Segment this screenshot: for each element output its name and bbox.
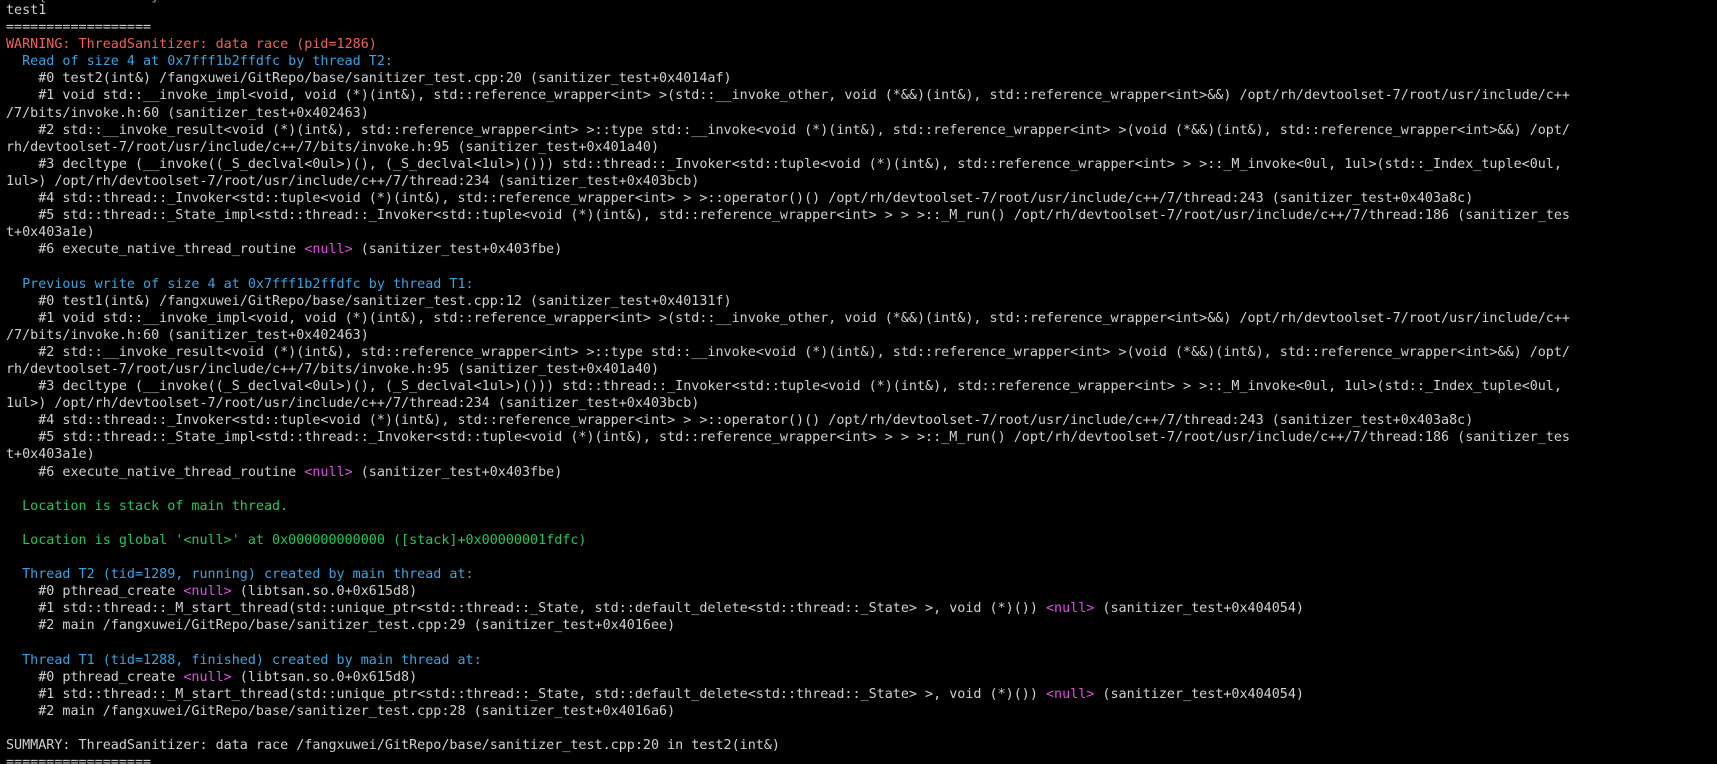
line-text: t+0x403a1e) [6,225,95,241]
line-text: t+0x403a1e) [6,447,95,463]
terminal-line: 1ul>) /opt/rh/devtoolset-7/root/usr/incl… [6,173,1714,190]
terminal-line: #1 std::thread::_M_start_thread(std::uni… [6,686,1714,703]
line-text: #0 pthread_create [6,669,184,685]
terminal-line: Read of size 4 at 0x7fff1b2ffdfc by thre… [6,53,1714,70]
line-text: #4 std::thread::_Invoker<std::tuple<void… [6,413,1474,429]
line-text: Read of size 4 at 0x7fff1b2ffdfc by thre… [6,54,393,70]
terminal-line: rh/devtoolset-7/root/usr/include/c++/7/b… [6,361,1714,378]
line-text: /7/bits/invoke.h:60 (sanitizer_test+0x40… [6,105,369,121]
line-text: #2 main /fangxuwei/GitRepo/base/sanitize… [6,618,676,634]
terminal-line: #3 decltype (__invoke((_S_declval<0ul>)(… [6,156,1714,173]
terminal-line: #4 std::thread::_Invoker<std::tuple<void… [6,412,1714,429]
line-text: (sanitizer_test+0x403fbe) [352,242,563,258]
terminal-line: #0 test1(int&) /fangxuwei/GitRepo/base/s… [6,293,1714,310]
line-text: SUMMARY: ThreadSanitizer: data race /fan… [6,738,780,754]
null-token: <null> [183,669,232,685]
terminal-window[interactable]: - { - - - - } - - test1=================… [0,0,1717,764]
terminal-line: #2 main /fangxuwei/GitRepo/base/sanitize… [6,617,1714,634]
line-text: #5 std::thread::_State_impl<std::thread:… [6,208,1570,224]
terminal-line: #6 execute_native_thread_routine <null> … [6,464,1714,481]
terminal-line: rh/devtoolset-7/root/usr/include/c++/7/b… [6,139,1714,156]
terminal-line: 1ul>) /opt/rh/devtoolset-7/root/usr/incl… [6,395,1714,412]
terminal-line: /7/bits/invoke.h:60 (sanitizer_test+0x40… [6,105,1714,122]
line-text: #1 void std::__invoke_impl<void, void (*… [6,88,1570,104]
terminal-line: #0 pthread_create <null> (libtsan.so.0+0… [6,583,1714,600]
line-text: #6 execute_native_thread_routine [6,242,305,258]
line-text: WARNING: ThreadSanitizer: data race (pid… [6,37,377,53]
terminal-line: #1 void std::__invoke_impl<void, void (*… [6,87,1714,104]
line-text: #3 decltype (__invoke((_S_declval<0ul>)(… [6,379,1562,395]
terminal-line: #1 std::thread::_M_start_thread(std::uni… [6,600,1714,617]
line-text: #1 std::thread::_M_start_thread(std::uni… [6,601,1046,617]
line-text: ================== [6,755,152,764]
line-text: Previous write of size 4 at 0x7fff1b2ffd… [6,276,474,292]
terminal-line: Previous write of size 4 at 0x7fff1b2ffd… [6,276,1714,293]
terminal-line: #5 std::thread::_State_impl<std::thread:… [6,207,1714,224]
line-text: test1 [6,3,47,18]
terminal-line: ================== [6,19,1714,36]
terminal-line: #0 test2(int&) /fangxuwei/GitRepo/base/s… [6,70,1714,87]
terminal-line: #5 std::thread::_State_impl<std::thread:… [6,429,1714,446]
terminal-line: #2 std::__invoke_result<void (*)(int&), … [6,344,1714,361]
null-token: <null> [1045,686,1095,702]
terminal-line: t+0x403a1e) [6,224,1714,241]
line-text: #5 std::thread::_State_impl<std::thread:… [6,430,1570,446]
line-text: rh/devtoolset-7/root/usr/include/c++/7/b… [6,139,660,155]
null-token: <null> [1045,601,1095,617]
line-text: #2 std::__invoke_result<void (*)(int&), … [6,122,1570,138]
line-text: 1ul>) /opt/rh/devtoolset-7/root/usr/incl… [6,396,700,412]
line-text: Thread T2 (tid=1289, running) created by… [6,567,474,583]
terminal-line: Location is global '<null>' at 0x0000000… [6,532,1714,549]
terminal-line: #1 void std::__invoke_impl<void, void (*… [6,310,1714,327]
terminal-line: #2 std::__invoke_result<void (*)(int&), … [6,122,1714,139]
terminal-output: test1 ================== WARNING: ThreadSa… [6,2,1714,764]
line-text: #4 std::thread::_Invoker<std::tuple<void… [6,191,1474,207]
line-text: (libtsan.so.0+0x615d8) [231,584,418,600]
terminal-line: SUMMARY: ThreadSanitizer: data race /fan… [6,737,1714,754]
line-text: #6 execute_native_thread_routine [6,464,305,480]
line-text: rh/devtoolset-7/root/usr/include/c++/7/b… [6,361,660,377]
null-token: <null> [304,242,353,258]
terminal-line: #4 std::thread::_Invoker<std::tuple<void… [6,190,1714,207]
line-text: (sanitizer_test+0x404054) [1094,601,1304,617]
line-text: #1 void std::__invoke_impl<void, void (*… [6,310,1570,326]
line-text: #0 test1(int&) /fangxuwei/GitRepo/base/s… [6,293,732,309]
null-token: <null> [304,464,353,480]
null-token: <null> [183,584,232,600]
line-text: #0 pthread_create [6,584,184,600]
terminal-line: ================== [6,754,1714,764]
terminal-line: #6 execute_native_thread_routine <null> … [6,241,1714,258]
terminal-line: Location is stack of main thread. [6,498,1714,515]
line-text: /7/bits/invoke.h:60 (sanitizer_test+0x40… [6,327,369,343]
terminal-line: t+0x403a1e) [6,446,1714,463]
terminal-line: #3 decltype (__invoke((_S_declval<0ul>)(… [6,378,1714,395]
line-text: #0 test2(int&) /fangxuwei/GitRepo/base/s… [6,71,732,87]
terminal-line: WARNING: ThreadSanitizer: data race (pid… [6,36,1714,53]
terminal-line: test1 [6,2,1714,19]
terminal-line: #0 pthread_create <null> (libtsan.so.0+0… [6,669,1714,686]
line-text: Location is global '<null>' at 0x0000000… [6,532,587,548]
line-text: (sanitizer_test+0x403fbe) [352,464,563,480]
terminal-line: /7/bits/invoke.h:60 (sanitizer_test+0x40… [6,327,1714,344]
line-text: Location is stack of main thread. [6,498,289,514]
terminal-line: #2 main /fangxuwei/GitRepo/base/sanitize… [6,703,1714,720]
line-text: #2 std::__invoke_result<void (*)(int&), … [6,344,1570,360]
line-text: ================== [6,20,152,36]
line-text: #3 decltype (__invoke((_S_declval<0ul>)(… [6,156,1562,172]
line-text: (sanitizer_test+0x404054) [1094,686,1304,702]
line-text: #2 main /fangxuwei/GitRepo/base/sanitize… [6,703,676,719]
line-text: (libtsan.so.0+0x615d8) [231,669,418,685]
line-text: 1ul>) /opt/rh/devtoolset-7/root/usr/incl… [6,173,700,189]
terminal-line: Thread T2 (tid=1289, running) created by… [6,566,1714,583]
line-text: #1 std::thread::_M_start_thread(std::uni… [6,686,1046,702]
terminal-line: Thread T1 (tid=1288, finished) created b… [6,652,1714,669]
line-text: Thread T1 (tid=1288, finished) created b… [6,652,482,668]
